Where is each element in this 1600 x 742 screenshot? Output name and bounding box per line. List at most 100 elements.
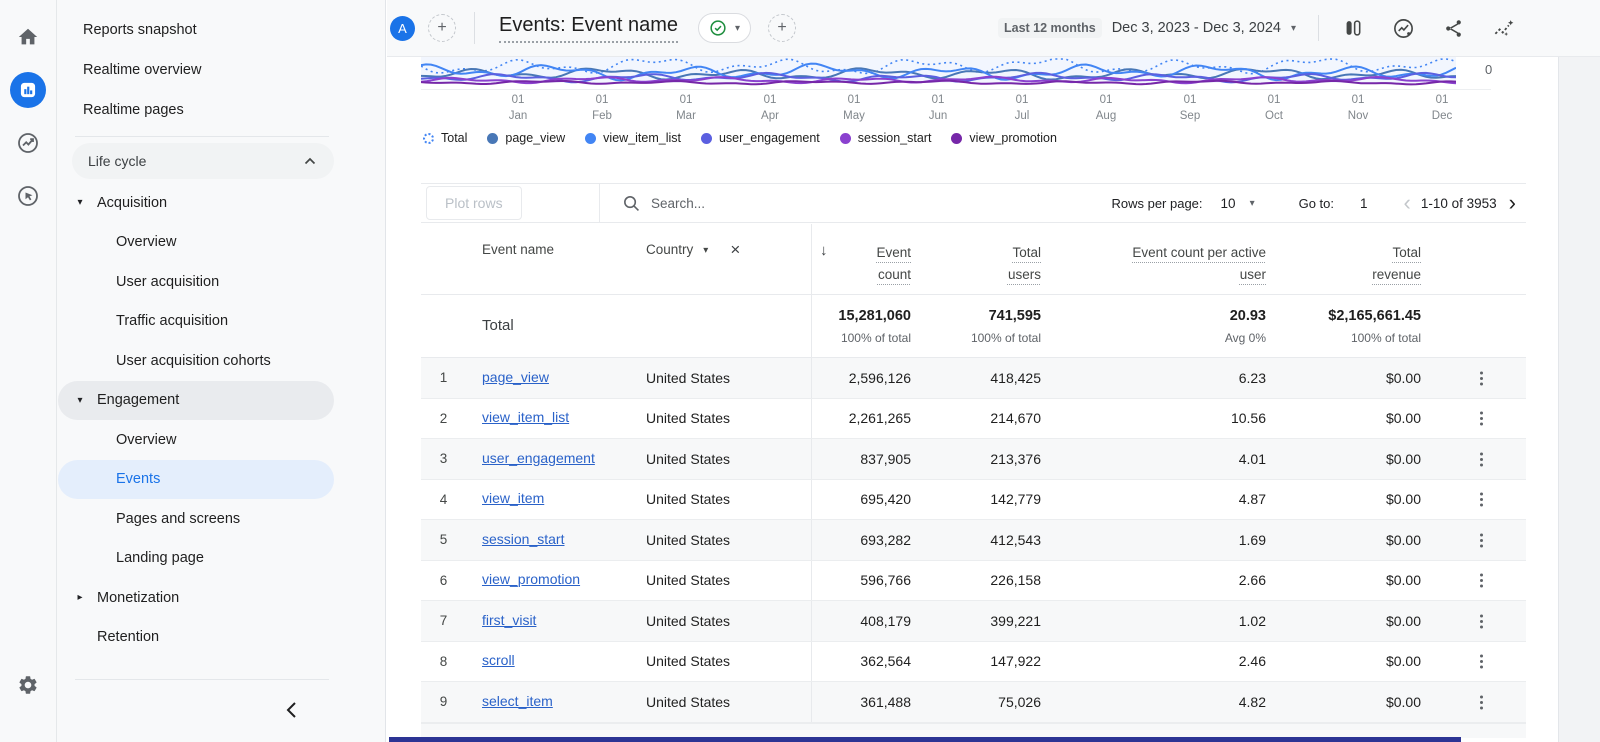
add-comparison-icon[interactable]: + xyxy=(428,14,456,42)
sort-descending-icon[interactable]: ↓ xyxy=(820,242,828,259)
event-link[interactable]: select_item xyxy=(482,693,553,709)
share-icon[interactable] xyxy=(1441,16,1465,40)
expand-caret-icon[interactable] xyxy=(74,197,86,208)
comparison-icon[interactable] xyxy=(1341,16,1365,40)
event-link[interactable]: view_item xyxy=(482,490,544,506)
revenue-cell: $0.00 xyxy=(1281,399,1436,439)
legend-item[interactable]: view_promotion xyxy=(951,131,1057,145)
event-link[interactable]: view_promotion xyxy=(482,571,580,587)
chevron-down-icon[interactable]: ▾ xyxy=(1291,23,1296,34)
legend-item[interactable]: view_item_list xyxy=(585,131,681,145)
legend-item[interactable]: user_engagement xyxy=(701,131,820,145)
home-icon[interactable] xyxy=(10,19,46,55)
sidebar-nav-item[interactable]: Traffic acquisition xyxy=(58,302,334,342)
sparkline-insights-icon[interactable] xyxy=(1491,16,1515,40)
event-link[interactable]: user_engagement xyxy=(482,450,595,466)
sidebar-top-item[interactable]: Realtime pages xyxy=(57,90,385,130)
explore-icon[interactable] xyxy=(10,125,46,161)
collapse-sidebar-icon[interactable] xyxy=(277,696,305,724)
kebab-menu-icon[interactable] xyxy=(1474,693,1488,711)
expand-caret-icon[interactable] xyxy=(74,395,86,406)
collection-life-cycle[interactable]: Life cycle xyxy=(72,143,334,179)
add-report-tab-icon[interactable]: + xyxy=(768,14,796,42)
legend-item[interactable]: session_start xyxy=(840,131,932,145)
event-link[interactable]: view_item_list xyxy=(482,409,569,425)
event-name-cell: scroll xyxy=(466,652,631,670)
pagination-prev-icon[interactable]: ‹ xyxy=(1402,192,1413,214)
events-over-time-chart[interactable] xyxy=(421,57,1456,89)
series-color-dot-icon xyxy=(951,133,962,144)
event-link[interactable]: session_start xyxy=(482,531,564,547)
expand-caret-icon[interactable] xyxy=(74,592,86,603)
settings-gear-icon[interactable] xyxy=(10,667,46,703)
sidebar-nav-item[interactable]: User acquisition cohorts xyxy=(58,341,334,381)
kebab-menu-icon[interactable] xyxy=(1474,612,1488,630)
kebab-menu-icon[interactable] xyxy=(1474,531,1488,549)
avatar[interactable]: A xyxy=(390,16,415,41)
report-status-pill[interactable]: ▾ xyxy=(698,13,751,43)
insights-trend-icon[interactable] xyxy=(1391,16,1415,40)
total-revenue-column-header[interactable]: Total revenue xyxy=(1281,224,1436,294)
plot-rows-button[interactable]: Plot rows xyxy=(426,186,522,220)
chevron-down-icon[interactable]: ▾ xyxy=(703,245,708,256)
count-per-user-cell: 10.56 xyxy=(1056,399,1281,439)
advertising-icon[interactable] xyxy=(10,178,46,214)
date-range-text[interactable]: Dec 3, 2023 - Dec 3, 2024 xyxy=(1112,20,1281,36)
page-title[interactable]: Events: Event name xyxy=(499,14,678,43)
row-index: 3 xyxy=(421,451,466,466)
goto-page-value[interactable]: 1 xyxy=(1360,196,1368,211)
kebab-menu-icon[interactable] xyxy=(1474,490,1488,508)
sidebar-nav-item[interactable]: Overview xyxy=(58,420,334,460)
sidebar-top-item[interactable]: Reports snapshot xyxy=(57,10,385,50)
series-color-dot-icon xyxy=(840,133,851,144)
kebab-menu-icon[interactable] xyxy=(1474,409,1488,427)
legend-item[interactable]: Total xyxy=(423,131,467,145)
app-rail xyxy=(0,0,57,742)
sidebar-nav-item[interactable]: Pages and screens xyxy=(58,499,334,539)
sidebar-item-label: Reports snapshot xyxy=(83,22,197,38)
row-index: 1 xyxy=(421,370,466,385)
search-input[interactable] xyxy=(651,196,871,211)
reports-icon[interactable] xyxy=(10,72,46,108)
event-link[interactable]: page_view xyxy=(482,369,549,385)
sidebar-nav-item[interactable]: Retention xyxy=(58,618,334,658)
pagination-next-icon[interactable]: › xyxy=(1507,192,1518,214)
sidebar-nav-item[interactable]: Landing page xyxy=(58,539,334,579)
kebab-menu-icon[interactable] xyxy=(1474,450,1488,468)
tick-day: 01 xyxy=(1064,92,1148,108)
chevron-down-icon[interactable]: ▾ xyxy=(735,23,740,34)
event-name-column-header[interactable]: Event name xyxy=(466,224,631,294)
kebab-menu-icon[interactable] xyxy=(1474,652,1488,670)
sidebar-item-label: Pages and screens xyxy=(58,511,240,527)
rows-per-page-value[interactable]: 10 xyxy=(1221,196,1236,211)
sidebar-nav-item[interactable]: Events xyxy=(58,460,334,500)
event-count-column-header[interactable]: ↓ Event count xyxy=(811,224,926,294)
count-per-user-column-header[interactable]: Event count per active user xyxy=(1056,224,1281,294)
country-column-header[interactable]: Country ▾ × xyxy=(631,224,811,294)
event-link[interactable]: scroll xyxy=(482,652,515,668)
total-users-column-header[interactable]: Total users xyxy=(926,224,1056,294)
sidebar-nav-item[interactable]: Acquisition xyxy=(58,183,334,223)
event-link[interactable]: first_visit xyxy=(482,612,536,628)
sidebar-nav-item[interactable]: Overview xyxy=(58,223,334,263)
series-color-dot-icon xyxy=(585,133,596,144)
tick-day: 01 xyxy=(728,92,812,108)
event-count-cell: 837,905 xyxy=(811,439,926,479)
row-index: 4 xyxy=(421,492,466,507)
legend-item[interactable]: page_view xyxy=(487,131,565,145)
kebab-menu-icon[interactable] xyxy=(1474,369,1488,387)
totals-revenue: $2,165,661.45 100% of total xyxy=(1281,295,1436,357)
chevron-up-icon[interactable] xyxy=(304,157,316,165)
sidebar-nav-item[interactable]: Monetization xyxy=(58,578,334,618)
chevron-down-icon[interactable]: ▾ xyxy=(1250,198,1255,209)
date-range-picker[interactable]: Last 12 months Dec 3, 2023 - Dec 3, 2024… xyxy=(998,18,1296,38)
x-axis-tick: 01 Dec xyxy=(1400,92,1484,124)
remove-dimension-icon[interactable]: × xyxy=(730,240,740,260)
country-cell: United States xyxy=(631,613,811,629)
sidebar-nav-item[interactable]: User acquisition xyxy=(58,262,334,302)
event-count-cell: 596,766 xyxy=(811,561,926,601)
sidebar-nav-item[interactable]: Engagement xyxy=(58,381,334,421)
sidebar-top-item[interactable]: Realtime overview xyxy=(57,50,385,90)
kebab-menu-icon[interactable] xyxy=(1474,571,1488,589)
table-row: 4 view_item United States 695,420 142,77… xyxy=(421,480,1526,521)
